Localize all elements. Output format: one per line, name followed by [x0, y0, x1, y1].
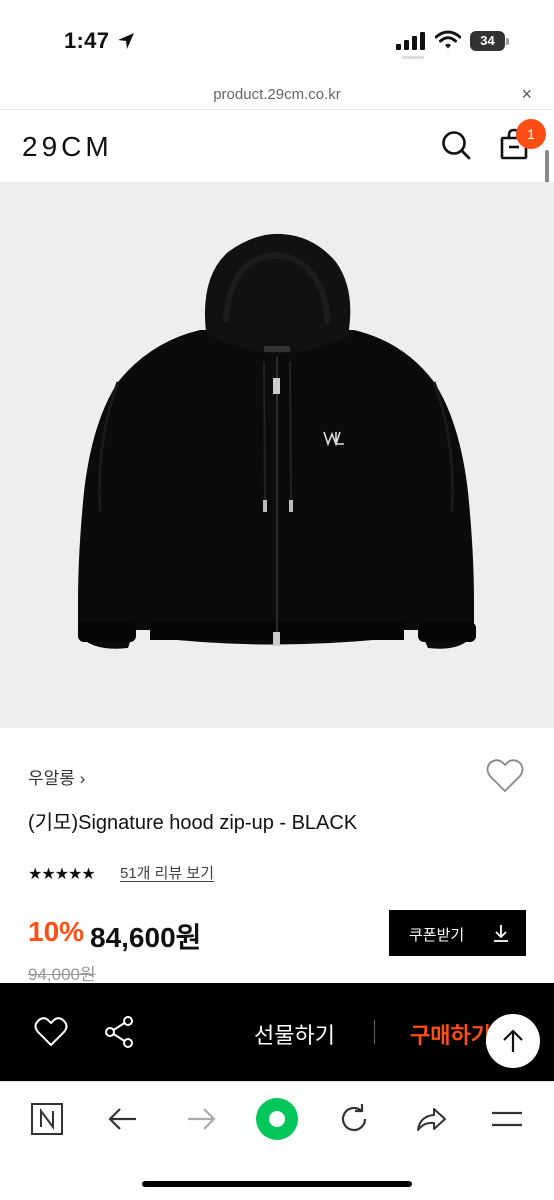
- gift-button[interactable]: 선물하기: [254, 1018, 335, 1050]
- coupon-button[interactable]: 쿠폰받기: [389, 910, 526, 956]
- download-icon: [494, 925, 508, 942]
- wifi-icon: [435, 30, 461, 49]
- brand-link[interactable]: 우알롱 ›: [28, 764, 85, 789]
- url-bar[interactable]: product.29cm.co.kr ×: [0, 80, 554, 110]
- discount-rate: 10%: [28, 916, 85, 947]
- status-bar: 1:47 34: [0, 0, 554, 80]
- scroll-top-button[interactable]: [486, 1014, 540, 1068]
- logo[interactable]: 29CM: [22, 131, 113, 163]
- cart-count-badge: 1: [516, 119, 546, 149]
- share-arrow-icon[interactable]: [414, 1102, 448, 1136]
- location-arrow-icon: [118, 33, 134, 49]
- rating-stars: ★★★★★: [28, 866, 96, 883]
- refresh-icon[interactable]: [337, 1102, 371, 1136]
- original-price: 94,000원: [28, 965, 96, 984]
- sale-price: 84,600원: [90, 922, 202, 953]
- hoodie-image: [78, 233, 476, 649]
- drag-handle: [402, 56, 424, 59]
- naver-green-button-icon[interactable]: [255, 1097, 299, 1141]
- heart-icon[interactable]: [34, 1016, 68, 1048]
- forward-arrow-icon[interactable]: [184, 1102, 218, 1136]
- product-title: (기모)Signature hood zip-up - BLACK: [28, 812, 358, 834]
- close-icon[interactable]: ×: [521, 84, 532, 105]
- product-image[interactable]: [0, 182, 554, 728]
- share-icon[interactable]: [104, 1015, 134, 1049]
- signal-icon: [396, 32, 425, 50]
- search-icon[interactable]: [440, 129, 472, 161]
- battery-level: 34: [470, 31, 505, 51]
- url-text: product.29cm.co.kr: [213, 86, 341, 103]
- purchase-action-bar: 선물하기 구매하기: [0, 983, 554, 1081]
- arrow-up-icon: [503, 1029, 523, 1052]
- menu-icon[interactable]: [490, 1102, 524, 1136]
- review-link[interactable]: 51개 리뷰 보기: [120, 862, 214, 883]
- heart-icon[interactable]: [486, 758, 524, 794]
- naver-n-icon[interactable]: [30, 1102, 64, 1136]
- status-time: 1:47: [64, 28, 110, 53]
- back-arrow-icon[interactable]: [106, 1102, 140, 1136]
- coupon-label: 쿠폰받기: [409, 927, 465, 944]
- divider: [374, 1020, 375, 1044]
- app-header: 29CM 1: [0, 111, 554, 181]
- home-indicator: [142, 1181, 412, 1187]
- battery-icon: 34: [470, 31, 510, 51]
